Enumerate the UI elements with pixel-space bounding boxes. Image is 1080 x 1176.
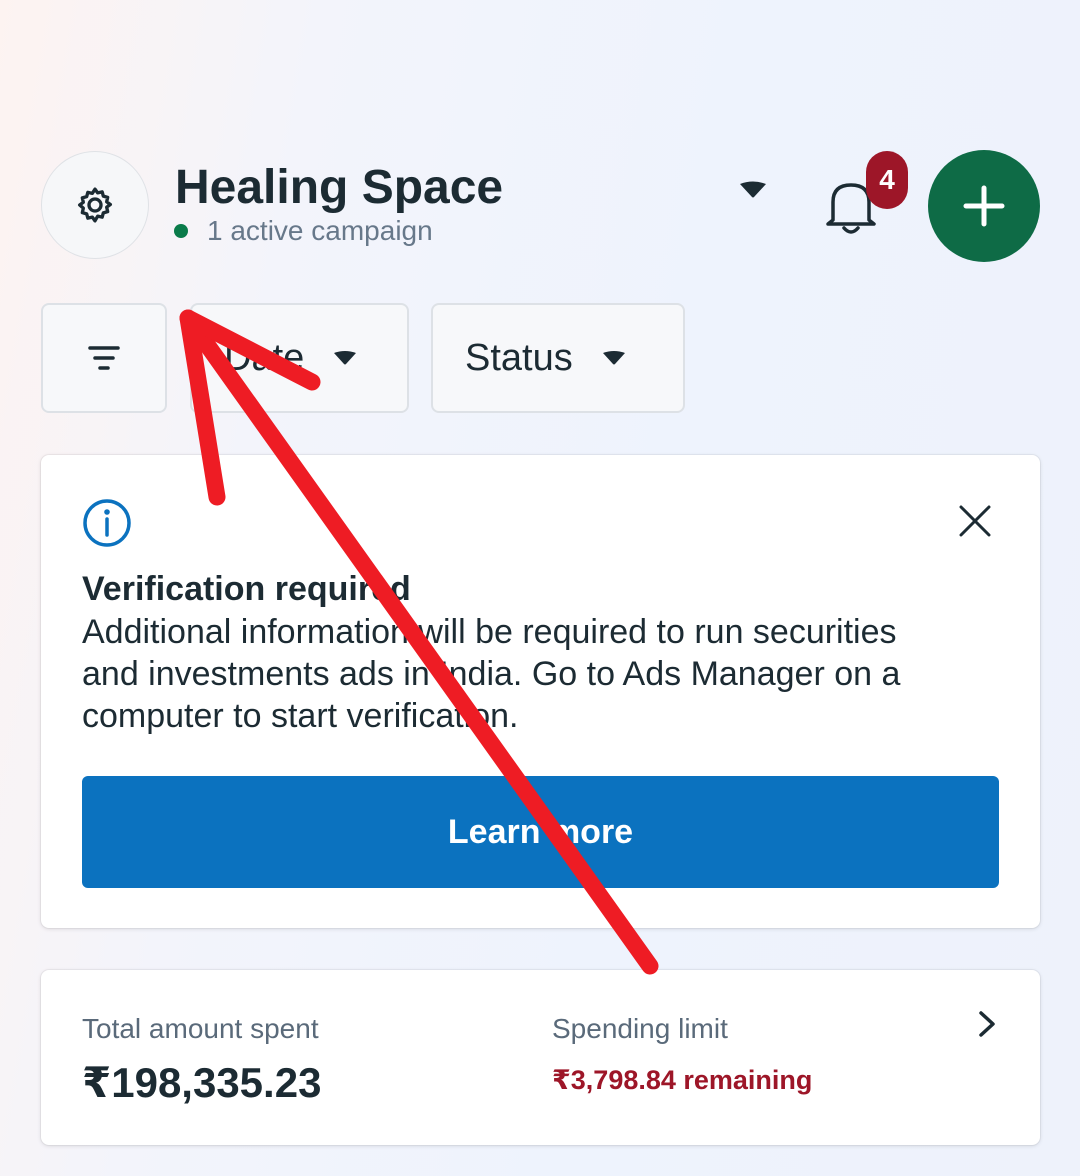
caret-down-icon[interactable] bbox=[737, 180, 769, 200]
account-name[interactable]: Healing Space bbox=[175, 160, 503, 215]
date-filter-label: Date bbox=[224, 336, 305, 379]
spending-limit-label: Spending limit bbox=[552, 1013, 728, 1044]
total-spent-label: Total amount spent bbox=[82, 1013, 319, 1044]
active-campaign-count: 1 active campaign bbox=[207, 215, 433, 246]
plus-icon bbox=[963, 185, 1005, 227]
total-spent-value: ₹198,335.23 bbox=[82, 1059, 322, 1106]
create-button[interactable] bbox=[928, 150, 1040, 262]
date-filter-dropdown[interactable]: Date bbox=[190, 303, 409, 413]
info-icon bbox=[83, 499, 131, 547]
active-status-dot bbox=[174, 224, 188, 238]
settings-button[interactable] bbox=[41, 151, 149, 259]
status-filter-dropdown[interactable]: Status bbox=[431, 303, 685, 413]
caret-down-icon bbox=[334, 351, 357, 365]
verification-title: Verification required bbox=[82, 570, 411, 608]
close-icon[interactable] bbox=[957, 503, 993, 539]
verification-card: Verification required Additional informa… bbox=[41, 455, 1040, 928]
spending-limit-remaining: ₹3,798.84 remaining bbox=[552, 1065, 813, 1095]
verification-message: Additional information will be required … bbox=[82, 613, 901, 735]
chevron-right-icon[interactable] bbox=[976, 1010, 998, 1038]
spending-summary-card[interactable]: Total amount spent ₹198,335.23 Spending … bbox=[41, 970, 1040, 1145]
notification-badge: 4 bbox=[866, 151, 908, 209]
caret-down-icon bbox=[602, 351, 625, 365]
filter-button[interactable] bbox=[41, 303, 167, 413]
gear-icon bbox=[78, 187, 113, 223]
status-filter-label: Status bbox=[465, 336, 573, 379]
filter-icon bbox=[88, 346, 120, 370]
learn-more-button[interactable]: Learn more bbox=[82, 776, 999, 888]
